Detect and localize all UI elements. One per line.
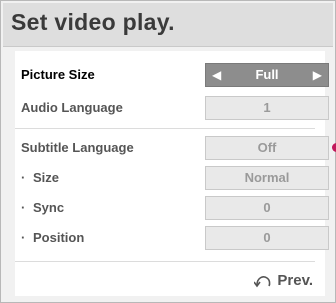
dialog-title: Set video play. [11, 9, 175, 35]
back-return-icon [253, 276, 271, 288]
bullet: · [21, 200, 26, 215]
picture-size-selector[interactable]: ◀ Full ▶ [205, 63, 329, 87]
option-label: Subtitle Language [21, 140, 134, 155]
arrow-right-icon[interactable]: ▶ [313, 64, 322, 86]
divider [15, 261, 315, 262]
arrow-left-icon[interactable]: ◀ [212, 64, 221, 86]
option-subtitle-size[interactable]: · Size Normal [15, 164, 329, 192]
option-label: · Sync [21, 200, 65, 215]
prev-button[interactable]: Prev. [253, 272, 313, 294]
option-label: Picture Size [21, 67, 95, 82]
option-value[interactable]: 0 [205, 226, 329, 250]
bullet: · [21, 170, 26, 185]
option-subtitle-sync[interactable]: · Sync 0 [15, 194, 329, 222]
option-subtitle-language[interactable]: Subtitle Language Off [15, 134, 329, 162]
option-subtitle-position[interactable]: · Position 0 [15, 224, 329, 252]
title-bar: Set video play. [3, 3, 333, 47]
option-label: · Position [21, 230, 85, 245]
prev-label: Prev. [277, 272, 313, 289]
option-value[interactable]: 0 [205, 196, 329, 220]
option-label: · Size [21, 170, 60, 185]
option-picture-size[interactable]: Picture Size ◀ Full ▶ [15, 61, 329, 89]
indicator-dot [332, 143, 336, 152]
option-value: Full [255, 67, 279, 82]
divider [15, 128, 315, 129]
option-audio-language[interactable]: Audio Language 1 [15, 94, 329, 122]
option-value[interactable]: 1 [205, 96, 329, 120]
option-value[interactable]: Off [205, 136, 329, 160]
video-play-settings-dialog: Set video play. Picture Size ◀ Full ▶ Au… [0, 0, 336, 303]
option-label: Audio Language [21, 100, 123, 115]
option-value[interactable]: Normal [205, 166, 329, 190]
bullet: · [21, 230, 26, 245]
